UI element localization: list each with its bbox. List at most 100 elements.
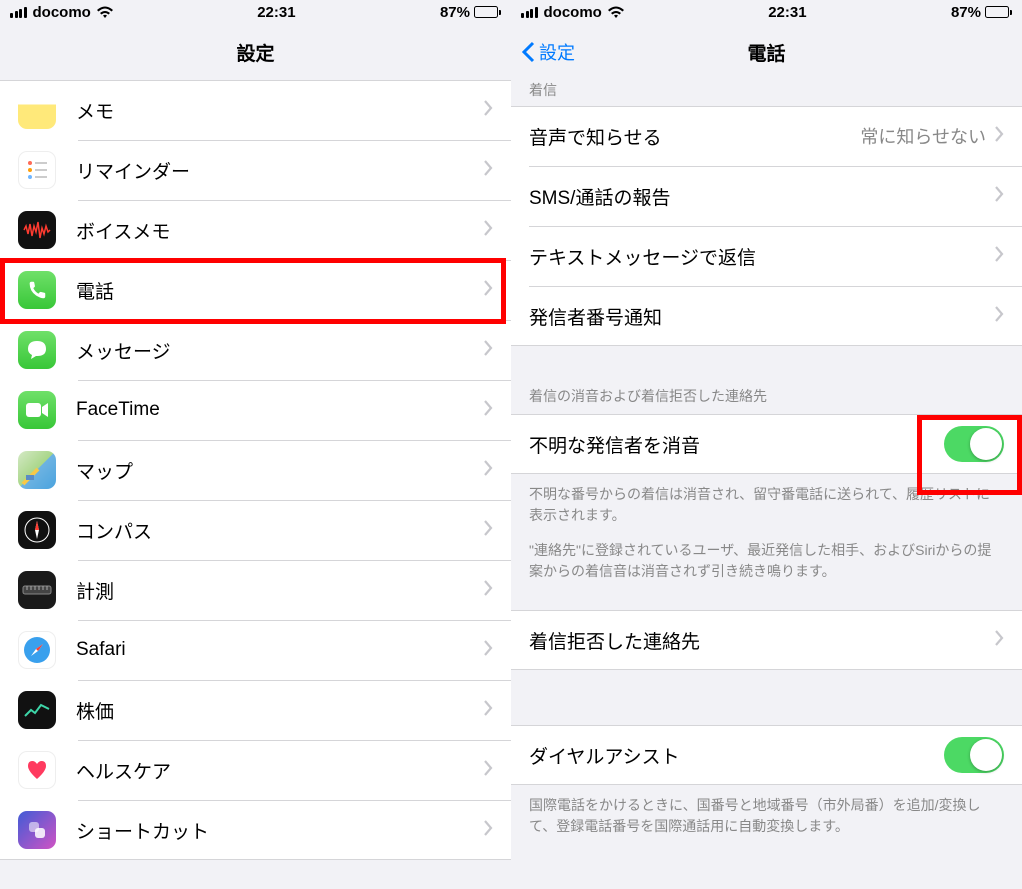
row-label: メモ bbox=[76, 97, 483, 124]
notes-icon bbox=[18, 91, 56, 129]
chevron-left-icon bbox=[521, 41, 535, 63]
row-label: リマインダー bbox=[76, 157, 483, 184]
row-label: SMS/通話の報告 bbox=[529, 183, 994, 210]
battery-pct: 87% bbox=[951, 4, 981, 21]
chevron-right-icon bbox=[483, 820, 493, 841]
row-sms-call-report[interactable]: SMS/通話の報告 bbox=[511, 166, 1022, 226]
battery-icon bbox=[985, 6, 1012, 18]
status-bar: docomo 22:31 87% bbox=[511, 0, 1022, 24]
signal-icon bbox=[521, 7, 538, 18]
status-time: 22:31 bbox=[624, 4, 951, 21]
voicememo-icon bbox=[18, 211, 56, 249]
row-facetime[interactable]: FaceTime bbox=[0, 380, 511, 440]
dial-assist-footer: 国際電話をかけるときに、国番号と地域番号（市外局番）を追加/変換して、登録電話番… bbox=[511, 785, 1022, 847]
silence-unknown-toggle[interactable] bbox=[944, 426, 1004, 462]
reminders-icon bbox=[18, 151, 56, 189]
compass-icon bbox=[18, 511, 56, 549]
status-bar: docomo 22:31 87% bbox=[0, 0, 511, 24]
row-label: ダイヤルアシスト bbox=[529, 742, 944, 769]
row-notes[interactable]: メモ bbox=[0, 80, 511, 140]
chevron-right-icon bbox=[483, 340, 493, 361]
back-button[interactable]: 設定 bbox=[521, 39, 575, 65]
chevron-right-icon bbox=[483, 160, 493, 181]
row-health[interactable]: ヘルスケア bbox=[0, 740, 511, 800]
carrier-label: docomo bbox=[33, 4, 91, 21]
phone-icon bbox=[18, 271, 56, 309]
nav-bar: 設定 電話 bbox=[511, 24, 1022, 80]
chevron-right-icon bbox=[483, 280, 493, 301]
row-phone[interactable]: 電話 bbox=[0, 260, 511, 320]
settings-list: メモ リマインダー ボイスメモ 電話 bbox=[0, 80, 511, 860]
chevron-right-icon bbox=[483, 760, 493, 781]
row-maps[interactable]: マップ bbox=[0, 440, 511, 500]
battery-pct: 87% bbox=[440, 4, 470, 21]
row-dial-assist[interactable]: ダイヤルアシスト bbox=[511, 725, 1022, 785]
row-label: ショートカット bbox=[76, 817, 483, 844]
row-compass[interactable]: コンパス bbox=[0, 500, 511, 560]
row-label: メッセージ bbox=[76, 337, 483, 364]
section-header-silence: 着信の消音および着信拒否した連絡先 bbox=[511, 346, 1022, 414]
silence-footer-2: "連絡先"に登録されているユーザ、最近発信した相手、およびSiriからの提案から… bbox=[511, 536, 1022, 592]
wifi-icon bbox=[608, 6, 624, 18]
row-shortcuts[interactable]: ショートカット bbox=[0, 800, 511, 860]
row-reply-with-message[interactable]: テキストメッセージで返信 bbox=[511, 226, 1022, 286]
chevron-right-icon bbox=[994, 306, 1004, 327]
maps-icon bbox=[18, 451, 56, 489]
chevron-right-icon bbox=[994, 126, 1004, 147]
row-blocked-contacts[interactable]: 着信拒否した連絡先 bbox=[511, 610, 1022, 670]
nav-bar: 設定 bbox=[0, 24, 511, 80]
row-label: テキストメッセージで返信 bbox=[529, 243, 994, 270]
messages-icon bbox=[18, 331, 56, 369]
page-title: 設定 bbox=[236, 39, 274, 66]
safari-icon bbox=[18, 631, 56, 669]
measure-icon bbox=[18, 571, 56, 609]
row-label: コンパス bbox=[76, 517, 483, 544]
wifi-icon bbox=[97, 6, 113, 18]
chevron-right-icon bbox=[483, 640, 493, 661]
silence-footer-1: 不明な番号からの着信は消音され、留守番電話に送られて、履歴リストに表示されます。 bbox=[511, 474, 1022, 536]
chevron-right-icon bbox=[483, 520, 493, 541]
row-measure[interactable]: 計測 bbox=[0, 560, 511, 620]
row-detail: 常に知らせない bbox=[860, 123, 986, 149]
chevron-right-icon bbox=[483, 700, 493, 721]
row-silence-unknown[interactable]: 不明な発信者を消音 bbox=[511, 414, 1022, 474]
row-safari[interactable]: Safari bbox=[0, 620, 511, 680]
health-icon bbox=[18, 751, 56, 789]
row-stocks[interactable]: 株価 bbox=[0, 680, 511, 740]
row-announce-calls[interactable]: 音声で知らせる 常に知らせない bbox=[511, 106, 1022, 166]
row-reminders[interactable]: リマインダー bbox=[0, 140, 511, 200]
shortcuts-icon bbox=[18, 811, 56, 849]
settings-screen: docomo 22:31 87% 設定 メモ リマインダー ボイスメ bbox=[0, 0, 511, 889]
section-header-truncated: 着信 bbox=[511, 80, 1022, 106]
row-caller-id[interactable]: 発信者番号通知 bbox=[511, 286, 1022, 346]
chevron-right-icon bbox=[483, 400, 493, 421]
row-label: 株価 bbox=[76, 697, 483, 724]
stocks-icon bbox=[18, 691, 56, 729]
row-voicememo[interactable]: ボイスメモ bbox=[0, 200, 511, 260]
row-label: ボイスメモ bbox=[76, 217, 483, 244]
signal-icon bbox=[10, 7, 27, 18]
row-label: マップ bbox=[76, 457, 483, 484]
carrier-label: docomo bbox=[544, 4, 602, 21]
chevron-right-icon bbox=[483, 100, 493, 121]
row-label: 不明な発信者を消音 bbox=[529, 431, 944, 458]
chevron-right-icon bbox=[994, 246, 1004, 267]
row-label: 計測 bbox=[76, 577, 483, 604]
phone-settings-screen: docomo 22:31 87% 設定 電話 着信 音声で知らせる 常に知らせな… bbox=[511, 0, 1022, 889]
facetime-icon bbox=[18, 391, 56, 429]
row-label: ヘルスケア bbox=[76, 757, 483, 784]
chevron-right-icon bbox=[994, 186, 1004, 207]
row-messages[interactable]: メッセージ bbox=[0, 320, 511, 380]
row-label: 発信者番号通知 bbox=[529, 303, 994, 330]
chevron-right-icon bbox=[483, 220, 493, 241]
chevron-right-icon bbox=[994, 630, 1004, 651]
row-label: FaceTime bbox=[76, 399, 483, 421]
dial-assist-toggle[interactable] bbox=[944, 737, 1004, 773]
row-label: 電話 bbox=[76, 277, 483, 304]
page-title: 電話 bbox=[747, 39, 785, 66]
row-label: 着信拒否した連絡先 bbox=[529, 627, 994, 654]
status-time: 22:31 bbox=[113, 4, 440, 21]
chevron-right-icon bbox=[483, 460, 493, 481]
chevron-right-icon bbox=[483, 580, 493, 601]
back-label: 設定 bbox=[539, 39, 575, 65]
